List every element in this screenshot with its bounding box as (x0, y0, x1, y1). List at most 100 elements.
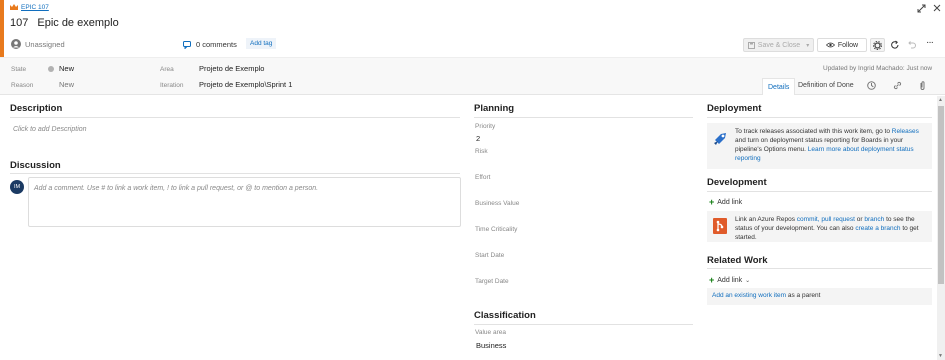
planning-title: Planning (474, 103, 515, 114)
save-icon (747, 41, 755, 49)
priority-label: Priority (475, 123, 496, 130)
scrollbar-down-arrow[interactable]: ▼ (938, 353, 943, 359)
breadcrumb[interactable]: EPIC 107 (10, 4, 49, 11)
assignee[interactable]: Unassigned (11, 39, 65, 49)
scrollbar[interactable]: ▲ ▼ (937, 96, 945, 360)
repo-icon (713, 218, 727, 234)
pull-request-link[interactable]: pull request (821, 216, 855, 223)
gear-icon (873, 40, 882, 50)
releases-link[interactable]: Releases (892, 128, 919, 135)
deployment-text-1: To track releases associated with this w… (735, 128, 890, 135)
related-existing-box: Add an existing work item as a parent (707, 288, 932, 305)
development-add-link-label: Add link (717, 198, 743, 206)
add-tag-button[interactable]: Add tag (246, 38, 277, 49)
comment-input[interactable]: Add a comment. Use # to link a work item… (28, 177, 461, 227)
effort-label: Effort (475, 174, 491, 181)
save-close-button[interactable]: Save & Close ▾ (743, 38, 814, 52)
time-criticality-label: Time Criticality (475, 226, 518, 233)
iteration-field[interactable]: Projeto de Exemplo\Sprint 1 (199, 80, 292, 89)
description-title: Description (10, 103, 63, 114)
iteration-label: Iteration (160, 82, 184, 89)
plus-icon: + (709, 197, 715, 207)
attachment-icon[interactable] (919, 81, 926, 90)
rocket-icon (714, 133, 726, 145)
link-icon[interactable] (893, 81, 902, 90)
save-close-label: Save & Close (757, 41, 801, 49)
undo-icon[interactable] (907, 40, 916, 49)
business-value-field[interactable] (474, 209, 693, 220)
related-add-link-label: Add link (717, 276, 743, 284)
classification-title: Classification (474, 310, 536, 321)
commit-link[interactable]: commit, (797, 216, 820, 223)
fields-band (0, 57, 945, 95)
add-existing-item-link[interactable]: Add an existing work item (712, 292, 786, 299)
work-item-type-color-bar (0, 0, 4, 57)
refresh-icon[interactable] (890, 40, 900, 50)
page-title: 107 Epic de exemplo (10, 17, 119, 29)
state-label: State (11, 66, 27, 73)
development-text-1: Link an Azure Repos (735, 216, 795, 223)
crown-icon (10, 4, 18, 10)
state-field[interactable]: New (48, 64, 74, 73)
comments-count-label: 0 comments (196, 40, 237, 49)
area-field[interactable]: Projeto de Exemplo (199, 64, 264, 73)
development-title: Development (707, 177, 767, 188)
risk-field[interactable] (474, 157, 693, 168)
related-add-link[interactable]: + Add link ⌄ (709, 275, 750, 285)
deployment-info: To track releases associated with this w… (707, 123, 932, 169)
area-label: Area (160, 66, 174, 73)
comment-icon (183, 40, 191, 49)
settings-button[interactable] (870, 38, 885, 52)
item-id: 107 (10, 17, 29, 29)
development-text-or: or (856, 216, 863, 223)
reason-label: Reason (11, 82, 34, 89)
existing-suffix: as a parent (787, 292, 821, 299)
discussion-title: Discussion (10, 160, 61, 171)
tab-details[interactable]: Details (762, 78, 796, 95)
history-icon[interactable] (867, 81, 876, 90)
avatar: IM (10, 180, 24, 194)
follow-button[interactable]: Follow (817, 38, 867, 52)
deployment-divider (707, 117, 932, 118)
time-criticality-field[interactable] (474, 235, 693, 246)
eye-icon (825, 42, 835, 48)
state-value: New (59, 64, 75, 73)
tab-definition-of-done[interactable]: Definition of Done (798, 82, 854, 89)
classification-divider (474, 324, 693, 325)
close-icon[interactable] (933, 4, 941, 12)
follow-label: Follow (837, 41, 859, 49)
user-avatar-icon (11, 39, 21, 49)
description-editor[interactable]: Click to add Description (13, 126, 87, 133)
discussion-divider (10, 173, 460, 174)
scrollbar-up-arrow[interactable]: ▲ (938, 97, 943, 103)
updated-info: Updated by Ingrid Machado: Just now (823, 65, 933, 72)
effort-field[interactable] (474, 183, 693, 194)
value-area-field[interactable]: Business (476, 341, 506, 350)
development-info: Link an Azure Repos commit, pull request… (707, 211, 932, 242)
expand-icon[interactable] (917, 4, 926, 13)
more-actions-icon[interactable]: ··· (926, 37, 934, 48)
priority-field[interactable]: 2 (476, 134, 480, 143)
breadcrumb-link[interactable]: EPIC 107 (21, 4, 49, 11)
comment-placeholder: Add a comment. Use # to link a work item… (34, 185, 319, 192)
comments-count[interactable]: 0 comments (183, 40, 237, 49)
related-work-divider (707, 268, 932, 269)
assignee-label: Unassigned (25, 39, 65, 49)
tab-details-label: Details (768, 84, 790, 91)
target-date-field[interactable] (474, 287, 693, 298)
start-date-field[interactable] (474, 261, 693, 272)
value-area-label: Value area (475, 329, 506, 336)
chevron-down-icon: ⌄ (745, 277, 751, 284)
plus-icon: + (709, 275, 715, 285)
planning-divider (474, 117, 693, 118)
state-dot (48, 65, 54, 72)
reason-field[interactable]: New (59, 80, 74, 89)
item-title[interactable]: Epic de exemplo (37, 17, 118, 29)
related-work-title: Related Work (707, 255, 768, 266)
development-add-link[interactable]: + Add link (709, 197, 742, 207)
branch-link[interactable]: branch (864, 216, 884, 223)
scrollbar-thumb[interactable] (938, 106, 944, 284)
chevron-down-icon[interactable]: ▾ (806, 42, 809, 49)
business-value-label: Business Value (475, 200, 520, 207)
create-branch-link[interactable]: create a branch (855, 225, 900, 232)
